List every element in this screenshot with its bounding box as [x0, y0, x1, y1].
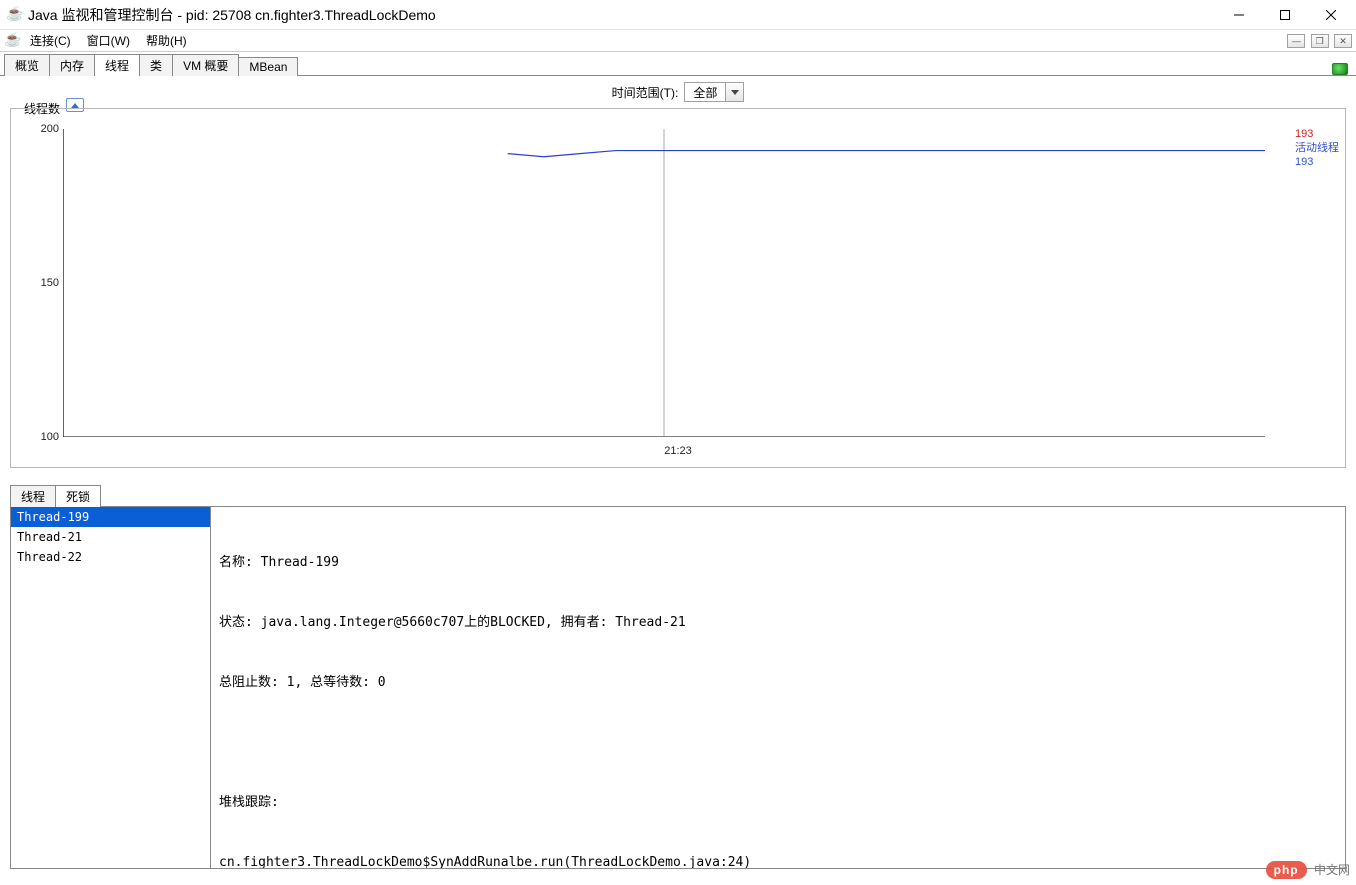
subtab-threads[interactable]: 线程 [10, 485, 56, 507]
menu-window[interactable]: 窗口(W) [81, 31, 136, 51]
menu-connect[interactable]: 连接(C) [24, 31, 77, 51]
detail-status: 状态: java.lang.Integer@5660c707上的BLOCKED,… [219, 613, 1337, 633]
tab-memory[interactable]: 内存 [49, 54, 95, 76]
time-range-combo[interactable]: 全部 [684, 82, 744, 102]
window-controls [1216, 0, 1354, 29]
chevron-down-icon[interactable] [725, 83, 743, 101]
minimize-button[interactable] [1216, 0, 1262, 29]
detail-totals: 总阻止数: 1, 总等待数: 0 [219, 673, 1337, 693]
internal-restore-button[interactable]: ❐ [1311, 34, 1329, 48]
watermark: php 中文网 [1266, 861, 1350, 879]
connection-status-icon [1332, 63, 1348, 75]
sub-tabs: 线程 死锁 [10, 484, 1346, 507]
watermark-text: 中文网 [1314, 863, 1350, 877]
stack-line-0: cn.fighter3.ThreadLockDemo$SynAddRunalbe… [219, 853, 1337, 868]
internal-minimize-button[interactable]: — [1287, 34, 1305, 48]
x-tick-2123: 21:23 [664, 445, 692, 457]
tab-vm-summary[interactable]: VM 概要 [172, 54, 239, 76]
y-tick-150: 150 [41, 277, 59, 289]
menu-help[interactable]: 帮助(H) [140, 31, 193, 51]
detail-name: 名称: Thread-199 [219, 553, 1337, 573]
watermark-brand: php [1266, 861, 1307, 879]
main-tabs: 概览 内存 线程 类 VM 概要 MBean [0, 52, 1356, 76]
time-range-label: 时间范围(T): [612, 84, 679, 101]
internal-window-controls: — ❐ ✕ [1285, 33, 1352, 49]
y-tick-100: 100 [41, 431, 59, 443]
tab-mbean[interactable]: MBean [238, 57, 298, 76]
java-icon-small [4, 33, 20, 49]
thread-item-21[interactable]: Thread-21 [11, 527, 210, 547]
internal-close-button[interactable]: ✕ [1334, 34, 1352, 48]
y-tick-200: 200 [41, 123, 59, 135]
thread-detail-pane: 名称: Thread-199 状态: java.lang.Integer@566… [211, 507, 1345, 868]
detail-blank [219, 733, 1337, 753]
y-axis-ticks: 200 150 100 [27, 129, 59, 437]
java-icon [6, 7, 22, 23]
tab-overview[interactable]: 概览 [4, 54, 50, 76]
window-title: Java 监视和管理控制台 - pid: 25708 cn.fighter3.T… [28, 5, 1216, 25]
thread-item-199[interactable]: Thread-199 [11, 507, 210, 527]
chart-panel: 线程数 200 150 100 21:23 193 活动线程 193 [10, 108, 1346, 468]
time-range-row: 时间范围(T): 全部 [0, 76, 1356, 108]
tab-threads[interactable]: 线程 [94, 54, 140, 76]
titlebar: Java 监视和管理控制台 - pid: 25708 cn.fighter3.T… [0, 0, 1356, 30]
thread-item-22[interactable]: Thread-22 [11, 547, 210, 567]
subtab-deadlock[interactable]: 死锁 [55, 485, 101, 507]
tab-classes[interactable]: 类 [139, 54, 173, 76]
detail-stack-label: 堆栈跟踪: [219, 793, 1337, 813]
close-button[interactable] [1308, 0, 1354, 29]
maximize-button[interactable] [1262, 0, 1308, 29]
thread-list[interactable]: Thread-199 Thread-21 Thread-22 [11, 507, 211, 868]
menubar: 连接(C) 窗口(W) 帮助(H) — ❐ ✕ [0, 30, 1356, 52]
live-threads-value: 193 [1295, 155, 1339, 169]
time-range-value: 全部 [685, 84, 725, 101]
live-threads-label: 活动线程 [1295, 141, 1339, 155]
peak-value: 193 [1295, 127, 1339, 141]
bottom-split: Thread-199 Thread-21 Thread-22 名称: Threa… [10, 507, 1346, 869]
thread-count-chart [63, 129, 1265, 437]
chart-legend: 193 活动线程 193 [1295, 127, 1339, 169]
